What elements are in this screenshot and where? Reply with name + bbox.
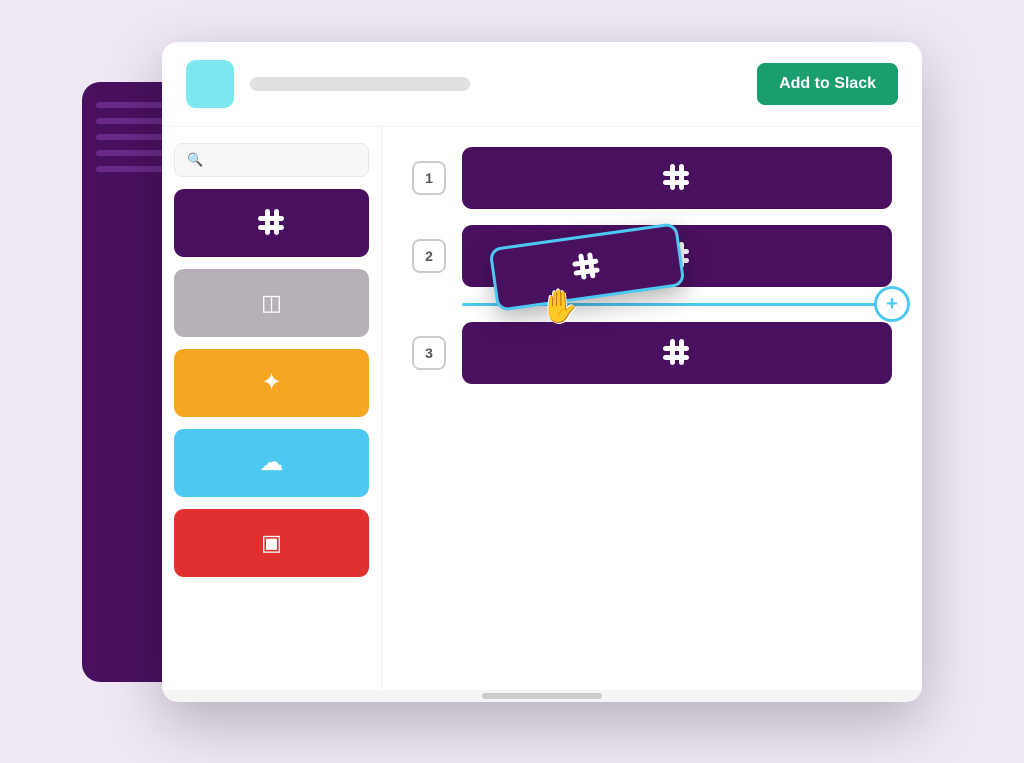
scrollbar-thumb [482,693,602,699]
drag-cursor: ✋ [540,287,580,325]
notification-icon: ▣ [261,530,282,556]
search-bar[interactable]: 🔍 [174,143,369,177]
drop-slot-plus-icon[interactable]: + [874,286,910,322]
browser-icon: ◫ [261,290,282,316]
drop-slot-row: + [412,303,892,306]
app-tile-git[interactable]: ✦ [174,349,369,417]
app-tile-notifications[interactable]: ▣ [174,509,369,577]
title-bar-placeholder [250,77,470,91]
add-to-slack-button[interactable]: Add to Slack [757,63,898,105]
search-icon: 🔍 [187,152,203,168]
scrollbar[interactable] [162,690,922,702]
avatar [186,60,234,108]
left-panel: 🔍 ◫ ✦ ☁ [162,127,382,702]
app-tile-cloud[interactable]: ☁ [174,429,369,497]
git-icon: ✦ [261,368,281,397]
drop-zone-1[interactable] [462,147,892,209]
app-tile-slack[interactable] [174,189,369,257]
top-bar: Add to Slack [162,42,922,127]
row-number-1: 1 [412,161,446,195]
drop-zone-3[interactable] [462,322,892,384]
right-panel: 1 2 [382,127,922,702]
content-area: 🔍 ◫ ✦ ☁ [162,127,922,702]
drop-row-1: 1 [412,147,892,209]
row-number-3: 3 [412,336,446,370]
slack-icon-dragged [569,248,605,284]
slack-icon-row3 [661,337,693,369]
slack-hash-icon [256,207,288,239]
cloud-icon: ☁ [260,448,284,477]
row-number-2: 2 [412,239,446,273]
slack-icon-row1 [661,162,693,194]
drop-row-3: 3 [412,322,892,384]
app-tile-browser[interactable]: ◫ [174,269,369,337]
scene: Add to Slack 🔍 [82,42,942,722]
main-window: Add to Slack 🔍 [162,42,922,702]
